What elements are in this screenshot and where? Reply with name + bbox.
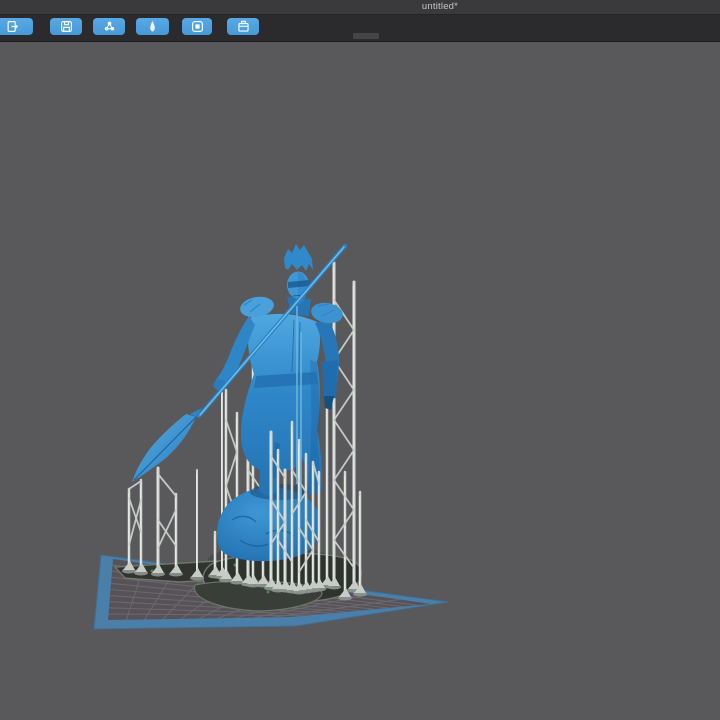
printer-icon — [237, 20, 249, 32]
slicer-app-window: { "window": { "title": "untitled*" }, "t… — [0, 0, 720, 720]
supports-button[interactable] — [93, 18, 125, 35]
3d-viewport[interactable] — [0, 42, 720, 720]
print-button[interactable] — [227, 18, 259, 35]
nozzle-icon — [150, 20, 155, 32]
plate-icon — [191, 21, 203, 32]
import-model-button[interactable] — [0, 18, 33, 35]
extruder-button[interactable] — [136, 18, 169, 35]
toolbar-divider — [353, 33, 379, 39]
support-nodes-icon — [104, 21, 114, 31]
titlebar: untitled* — [0, 0, 720, 15]
save-icon — [60, 21, 72, 32]
file-import-icon — [7, 21, 19, 32]
scene-canvas[interactable] — [0, 42, 720, 720]
document-title: untitled* — [421, 1, 459, 12]
toolbar — [0, 15, 720, 42]
build-plate-button[interactable] — [182, 18, 212, 35]
model-hair — [284, 244, 313, 271]
save-button[interactable] — [50, 18, 82, 35]
